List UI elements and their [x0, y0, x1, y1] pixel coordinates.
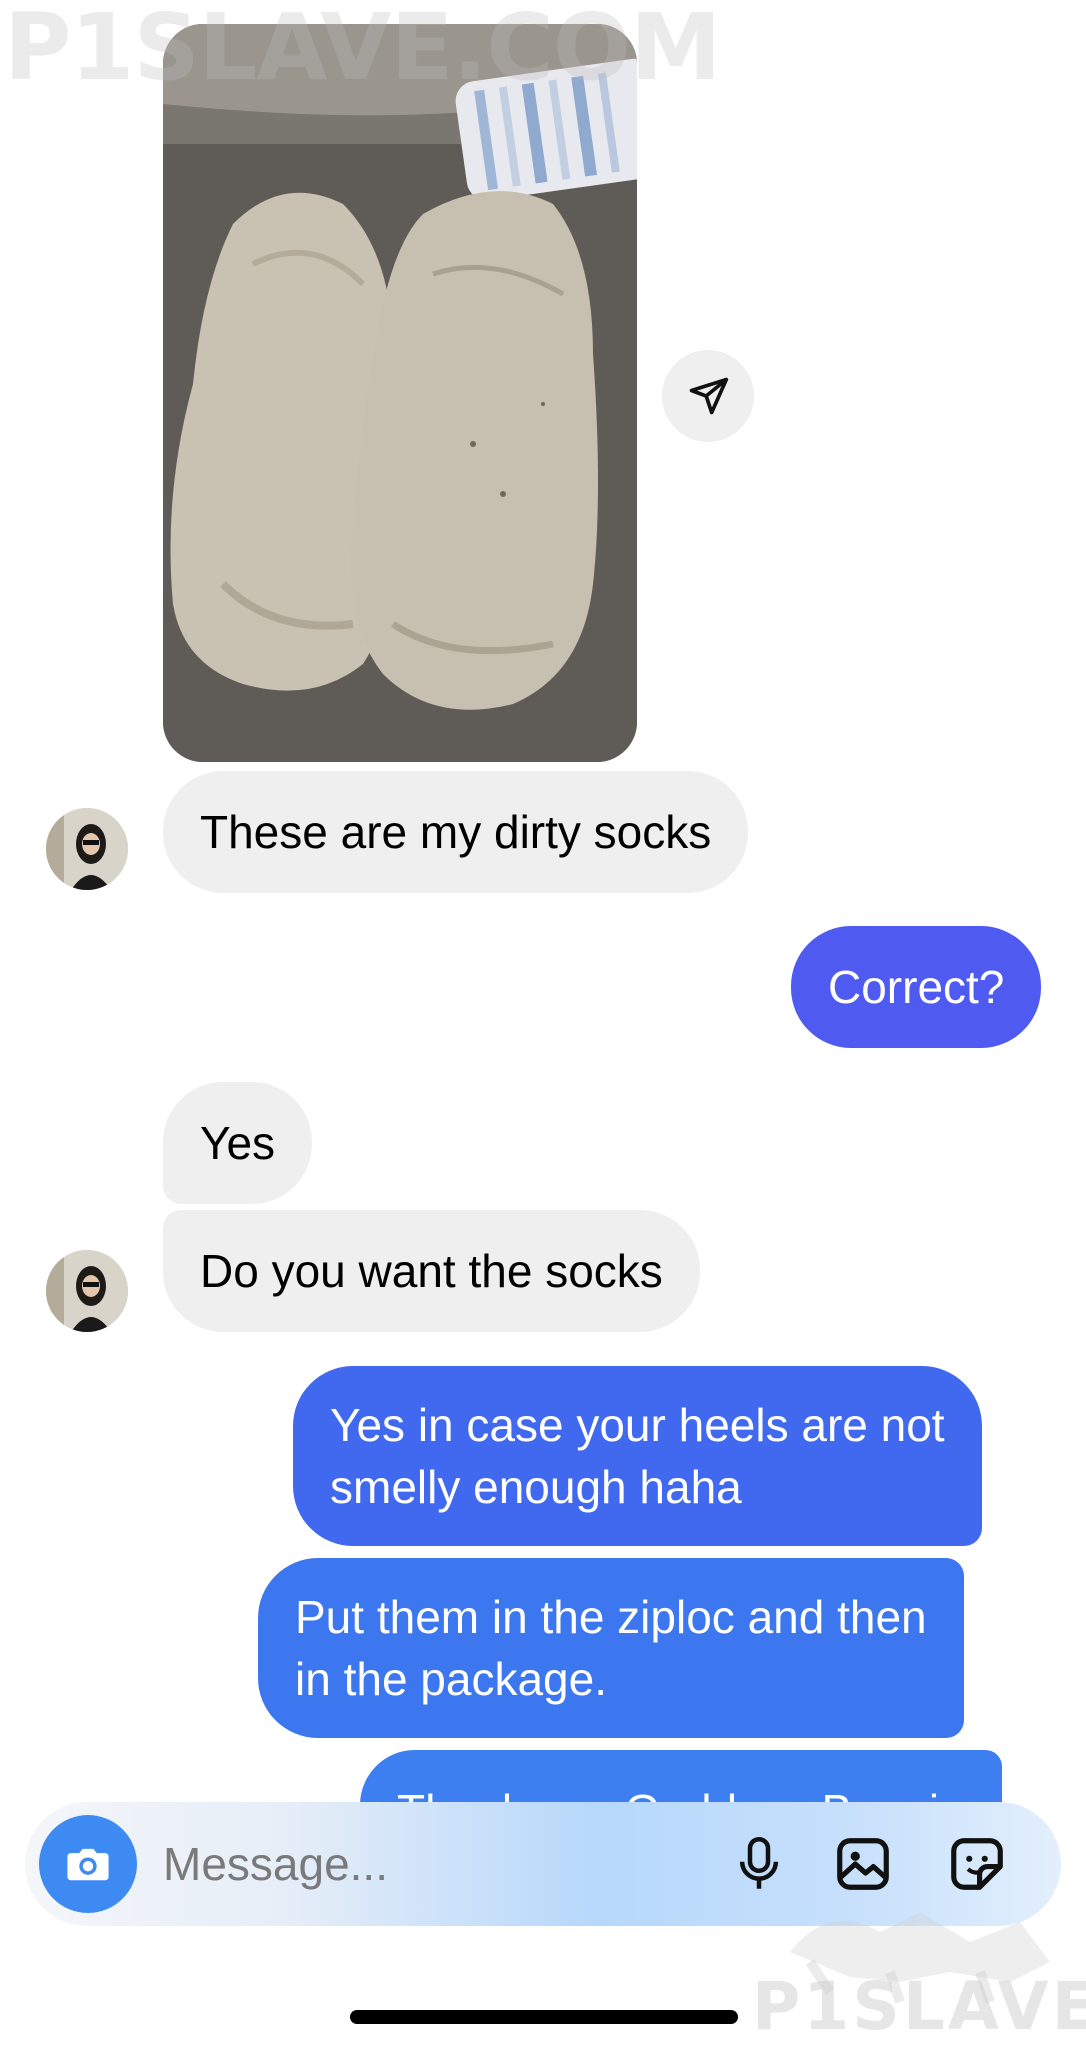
message-outgoing[interactable]: Yes in case your heels are not smelly en…	[293, 1366, 982, 1546]
message-incoming[interactable]: Do you want the socks	[163, 1210, 700, 1332]
message-incoming[interactable]: These are my dirty socks	[163, 771, 749, 893]
watermark-bottom: P1SLAVE	[752, 1968, 1086, 2045]
message-text: These are my dirty socks	[200, 806, 712, 858]
sticker-button[interactable]	[945, 1832, 1009, 1896]
profile-photo	[46, 808, 128, 890]
avatar[interactable]	[46, 808, 128, 890]
home-indicator[interactable]	[350, 2010, 738, 2024]
profile-photo	[46, 1250, 128, 1332]
message-outgoing[interactable]: Put them in the ziploc and then in the p…	[258, 1558, 964, 1738]
message-text: Do you want the socks	[200, 1245, 663, 1297]
message-line: Put them in the ziploc and then	[295, 1591, 927, 1643]
microphone-icon	[739, 1837, 779, 1889]
message-line: smelly enough haha	[330, 1461, 742, 1513]
sticker-icon	[951, 1838, 1003, 1890]
avatar[interactable]	[46, 1250, 128, 1332]
camera-icon	[67, 1848, 109, 1881]
camera-button[interactable]	[39, 1815, 137, 1913]
shared-photo[interactable]	[163, 24, 637, 762]
paper-plane-icon	[689, 377, 729, 415]
share-button[interactable]	[662, 350, 754, 442]
gallery-button[interactable]	[831, 1832, 895, 1896]
message-text: Yes	[200, 1117, 276, 1169]
message-input[interactable]	[163, 1832, 683, 1896]
socks-photo-image	[163, 24, 637, 762]
microphone-button[interactable]	[727, 1832, 791, 1896]
message-line: in the package.	[295, 1653, 608, 1705]
message-outgoing[interactable]: Correct?	[791, 926, 1042, 1048]
message-line: Yes in case your heels are not	[330, 1399, 945, 1451]
message-composer	[25, 1802, 1061, 1926]
message-incoming[interactable]: Yes	[163, 1082, 313, 1204]
gallery-icon	[837, 1838, 889, 1890]
message-text: Correct?	[828, 961, 1005, 1013]
